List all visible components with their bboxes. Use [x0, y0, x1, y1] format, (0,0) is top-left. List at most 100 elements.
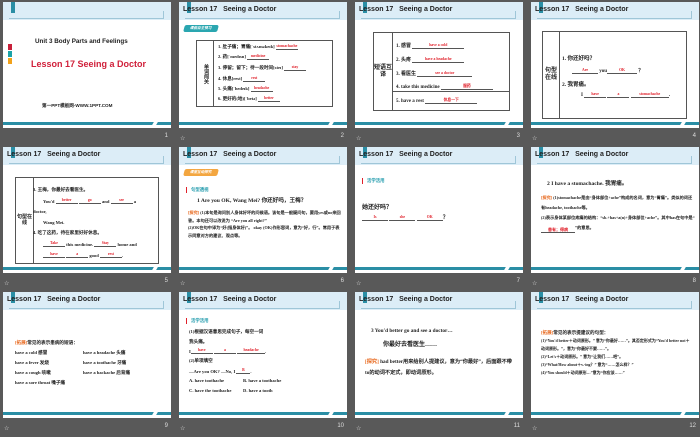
slide-thumb-5: Lesson 17 Seeing a Doctor 句型在线 3. 王梅，你最好… — [3, 147, 171, 292]
phrase-1: have a cold 感冒 — [15, 350, 48, 355]
phrase-4: have a toothache 牙痛 — [83, 360, 127, 365]
bottom-bar — [3, 411, 171, 416]
slide-footer: ☆ 4 — [531, 130, 699, 146]
slide-footer: ☆ 7 — [355, 275, 523, 291]
answer-line: Is she OK？ — [362, 213, 448, 221]
star-icon[interactable]: ☆ — [356, 135, 361, 142]
option-c: C. have the toothache — [189, 388, 232, 393]
slide-1[interactable]: Unit 3 Body Parts and Feelings Lesson 17… — [3, 2, 171, 128]
extension-heading: [拓展]常见的表示患病的短语： — [15, 340, 78, 345]
slide-number: 2 — [340, 133, 344, 139]
translation: 你最好去看医生…… — [383, 342, 438, 348]
vocab-item-3: 3. 停留；留下；待一段时间[steɪ] stay — [218, 65, 307, 71]
slide-title: Lesson 17 Seeing a Doctor — [359, 151, 453, 158]
slide-title: Lesson 17 Seeing a Doctor — [535, 296, 629, 303]
star-icon[interactable]: ☆ — [356, 280, 361, 287]
bottom-bar — [531, 121, 699, 126]
slide-number: 3 — [516, 133, 520, 139]
phrase-2: have a headache 头痛 — [83, 350, 126, 355]
question: —Are you OK? —No, I B. — [189, 368, 252, 374]
name-text: Wang Mei. — [43, 220, 65, 225]
slide-7[interactable]: Lesson 17 Seeing a Doctor 活学活用 她还好吗？ Is … — [355, 147, 523, 273]
slide-10[interactable]: Lesson 17 Seeing a Doctor 活学活用 (1)根据汉语意思… — [179, 292, 347, 418]
side-label: 句型在线 — [543, 32, 560, 118]
star-icon[interactable]: ☆ — [532, 280, 537, 287]
answer-line-5: have a good rest. — [43, 252, 123, 258]
color-bar-orange — [8, 58, 12, 64]
vocab-item-5: 5. 头痛[ˈhedeɪk] headache — [218, 86, 273, 92]
slide-number: 8 — [692, 278, 696, 284]
slide-5[interactable]: Lesson 17 Seeing a Doctor 句型在线 3. 王梅，你最好… — [3, 147, 171, 273]
answer-line-2: I have a stomachache. — [581, 92, 670, 98]
slide-footer: ☆ 8 — [531, 275, 699, 291]
slide-footer: ☆ 2 — [179, 130, 347, 146]
question-2: 2. 我胃痛。 — [562, 82, 590, 88]
slide-2[interactable]: Lesson 17 Seeing a Doctor 课前自主预习 单词闯关 1.… — [179, 2, 347, 128]
phrase-table: 短语互译 1. 感冒 have a cold 2. 头疼 have a head… — [373, 32, 510, 111]
vocab-item-6: 6. 更好的(地)[ˈbetə] better — [218, 96, 280, 102]
bottom-bar — [179, 266, 347, 271]
vocab-item-2: 2. 药[ˈmedɪsn] medicine — [218, 54, 270, 60]
vocab-item-1: 1. 肚子痛；胃痛[ˈstʌməkeɪk] stomachache — [218, 44, 298, 50]
doctor-text: doctor, — [33, 209, 47, 214]
slide-8[interactable]: Lesson 17 Seeing a Doctor 2 I have a sto… — [531, 147, 699, 273]
color-bar-red — [8, 44, 12, 50]
divider — [393, 91, 509, 92]
key-sentence: 1 Are you OK, Wang Mei? 你还好吗，王梅？ — [197, 198, 307, 204]
bottom-bar — [531, 266, 699, 271]
slide-header: Lesson 17 Seeing a Doctor — [179, 2, 347, 20]
phrase-7: have a sore throat 嗓子痛 — [15, 380, 66, 385]
slide-thumb-10: Lesson 17 Seeing a Doctor 活学活用 (1)根据汉语意思… — [179, 292, 347, 437]
slide-footer: ☆ 10 — [179, 420, 347, 436]
phrase-item-2: 2. 头疼 have a headache — [396, 56, 465, 63]
question-4: 4. 吃了这药，待在家里好好休息。 — [33, 230, 102, 235]
suggestion-list: (1)“You'd better＋动词原形。” 意为“你最好……”。其否定形式为… — [541, 338, 690, 375]
slide-12[interactable]: Lesson 17 Seeing a Doctor [拓展]常见的表示提建议的句… — [531, 292, 699, 418]
slide-4[interactable]: Lesson 17 Seeing a Doctor 句型在线 1. 你还好吗？ … — [531, 2, 699, 128]
star-icon[interactable]: ☆ — [180, 280, 185, 287]
slide-footer: ☆ 6 — [179, 275, 347, 291]
answer-line-4: Take this medicine. Stay home and — [43, 241, 137, 247]
bottom-bar — [355, 411, 523, 416]
slide-thumb-6: Lesson 17 Seeing a Doctor 课堂互动探究 句型透视 1 … — [179, 147, 347, 292]
section-badge: 课堂互动探究 — [183, 169, 219, 176]
option-b: B. have a toothache — [243, 378, 282, 383]
explanation: [探究] had better用来给别人提建议，意为“你最好”，后面跟不带to的… — [365, 359, 512, 376]
slide-9[interactable]: Lesson 17 Seeing a Doctor [拓展]常见的表示患病的短语… — [3, 292, 171, 418]
slide-title: Lesson 17 Seeing a Doctor — [359, 296, 453, 303]
slide-header: Lesson 17 Seeing a Doctor — [355, 292, 523, 310]
vocab-item-4: 4. 休息[rest] rest — [218, 76, 266, 82]
slide-title: Lesson 17 Seeing a Doctor — [7, 151, 101, 158]
phrase-3: have a fever 发烧 — [15, 360, 49, 365]
slide-11[interactable]: Lesson 17 Seeing a Doctor 3 You'd better… — [355, 292, 523, 418]
slide-6[interactable]: Lesson 17 Seeing a Doctor 课堂互动探究 句型透视 1 … — [179, 147, 347, 273]
slide-3[interactable]: Lesson 17 Seeing a Doctor 短语互译 1. 感冒 hav… — [355, 2, 523, 128]
answer-line: Ihave a headache. — [189, 348, 267, 354]
side-label: 单词闯关 — [197, 41, 214, 106]
slide-footer: ☆ 12 — [531, 420, 699, 436]
slide-title: Lesson 17 Seeing a Doctor — [183, 6, 277, 13]
star-icon[interactable]: ☆ — [532, 135, 537, 142]
answer-line-1: Are you OK ？ — [572, 67, 643, 74]
sentence-table: 句型在线 1. 你还好吗？ Are you OK ？ 2. 我胃痛。 I have… — [542, 31, 687, 119]
slide-number: 4 — [692, 133, 696, 139]
slide-header — [3, 2, 171, 20]
lesson-title: Lesson 17 Seeing a Doctor — [31, 59, 147, 69]
slide-footer: ☆ 9 — [3, 420, 171, 436]
bottom-bar — [355, 121, 523, 126]
vocab-table: 单词闯关 1. 肚子痛；胃痛[ˈstʌməkeɪk] stomachache 2… — [196, 40, 333, 107]
side-label: 短语互译 — [374, 33, 393, 110]
slide-number: 7 — [516, 278, 520, 284]
slide-title: Lesson 17 Seeing a Doctor — [7, 296, 101, 303]
instruction-2: (2)单项填空 — [189, 358, 213, 363]
section-label: 活学活用 — [186, 318, 209, 324]
slide-number: 10 — [337, 423, 344, 429]
sentence-table: 句型在线 3. 王梅，你最好去看医生。 You'd better go and … — [15, 177, 159, 264]
slide-header: Lesson 17 Seeing a Doctor — [531, 147, 699, 165]
star-icon[interactable]: ☆ — [180, 135, 185, 142]
slide-thumb-1: Unit 3 Body Parts and Feelings Lesson 17… — [3, 2, 171, 147]
phrase-item-3: 3. 看医生 see a doctor — [396, 70, 473, 77]
slide-title: Lesson 17 Seeing a Doctor — [359, 6, 453, 13]
slide-footer: ☆ 3 — [355, 130, 523, 146]
star-icon[interactable]: ☆ — [4, 280, 9, 287]
